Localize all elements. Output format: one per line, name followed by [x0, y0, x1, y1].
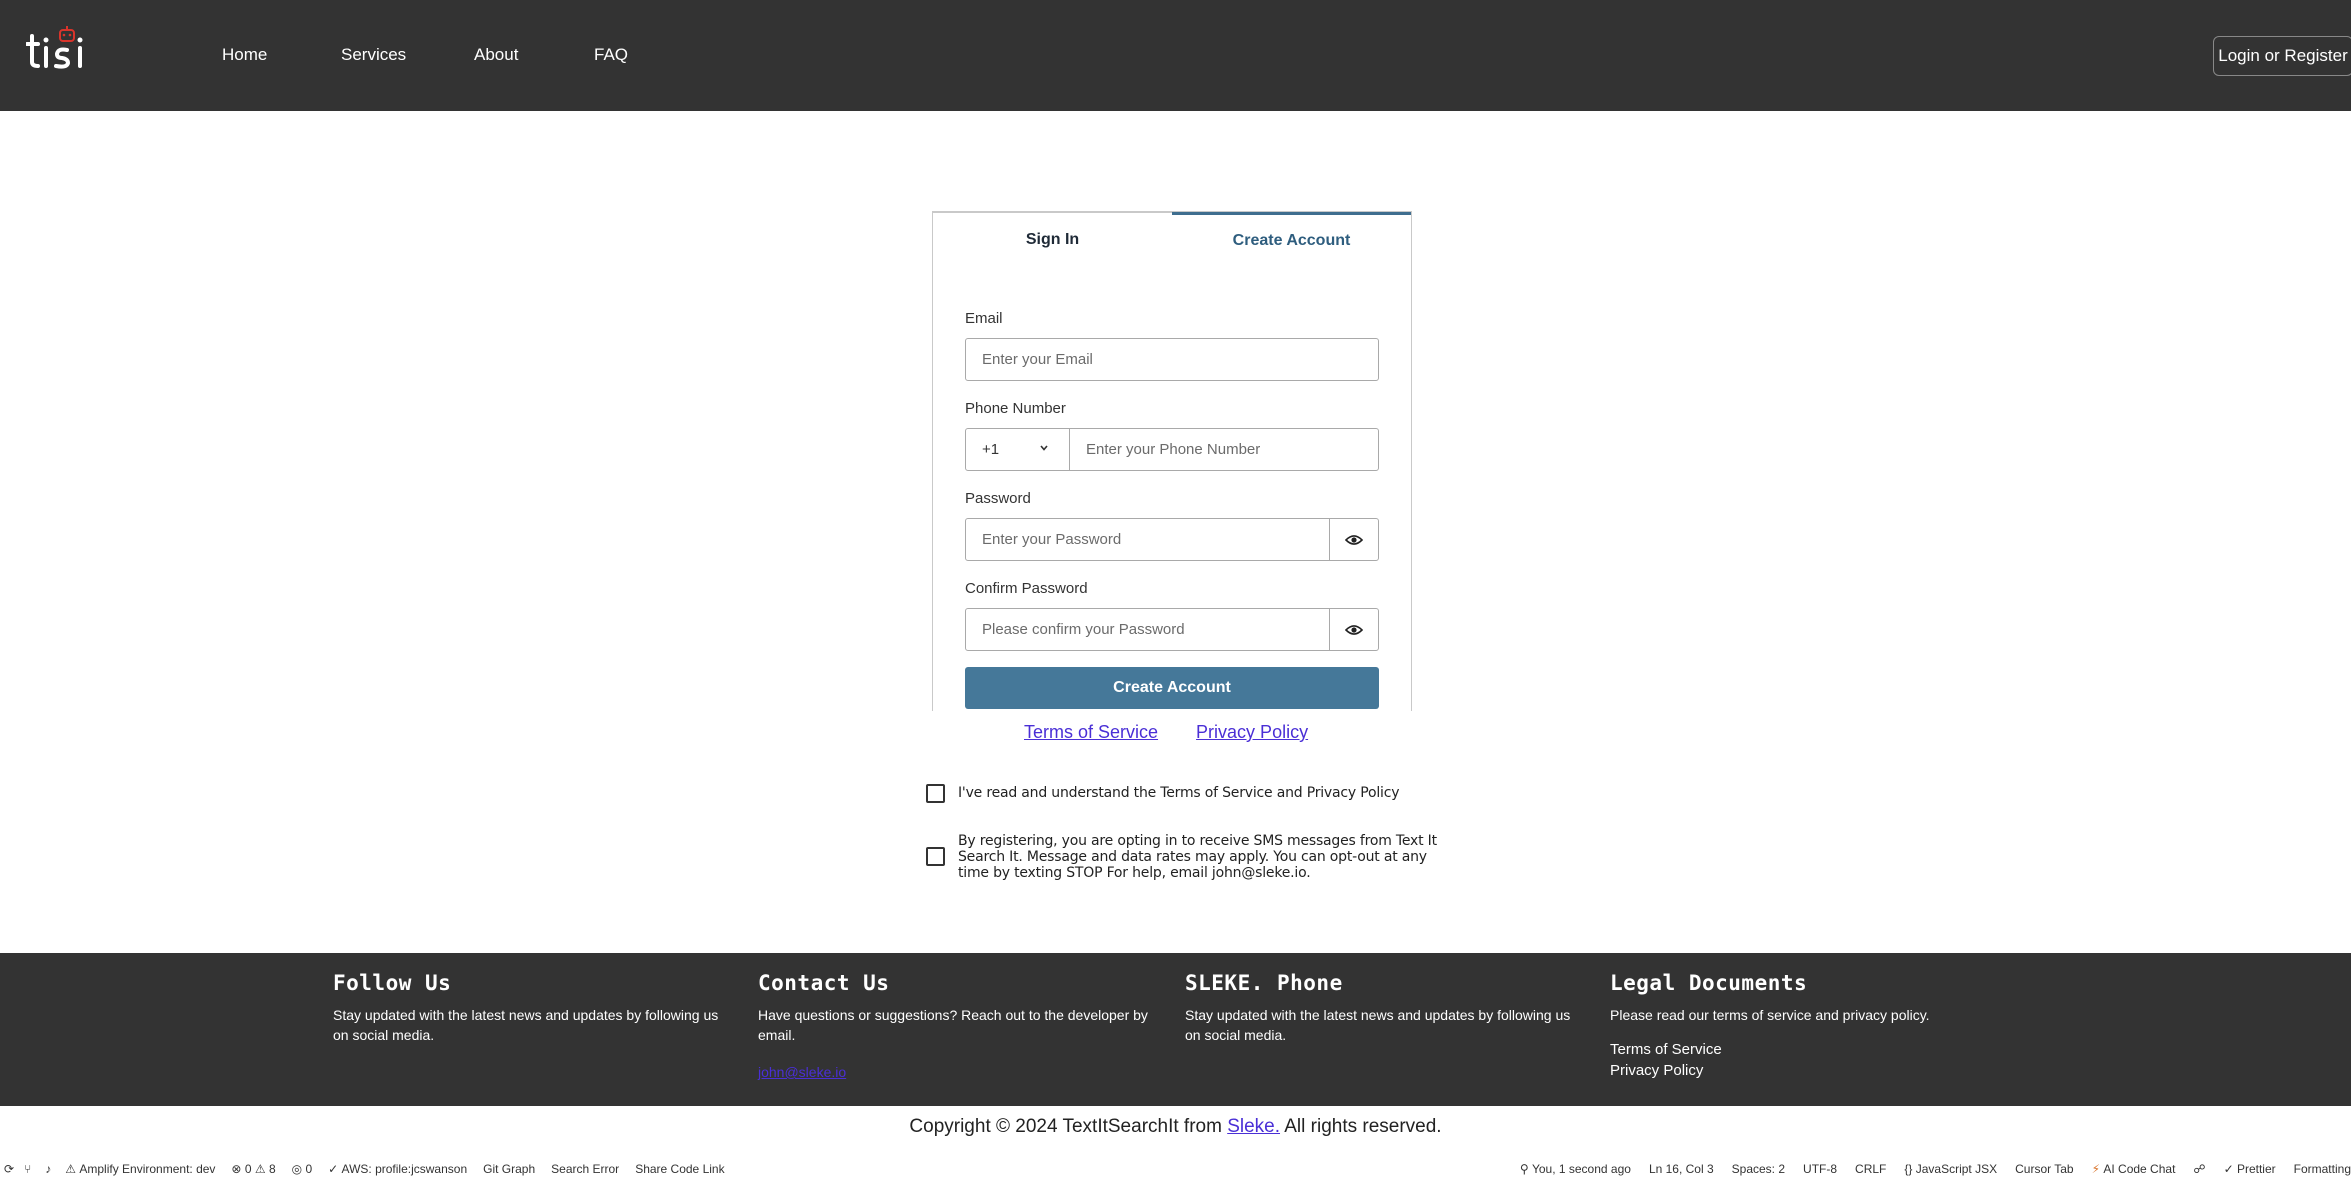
- footer-terms-link[interactable]: Terms of Service: [1610, 1041, 2020, 1058]
- status-bar-right: ⚲ You, 1 second ago Ln 16, Col 3 Spaces:…: [1502, 1160, 2351, 1178]
- sms-consent-checkbox[interactable]: [926, 847, 945, 866]
- branch-icon[interactable]: ⑂: [24, 1162, 31, 1176]
- ports-count[interactable]: ◎ 0: [292, 1162, 313, 1176]
- eye-icon: [1345, 624, 1363, 635]
- show-confirm-password-button[interactable]: [1329, 608, 1379, 651]
- sync-icon[interactable]: ⟳: [4, 1162, 14, 1176]
- footer-text: Please read our terms of service and pri…: [1610, 1007, 1930, 1023]
- terms-of-service-link[interactable]: Terms of Service: [1024, 722, 1158, 743]
- editor-status-bar: ⟳ ⑂ ♪ ⚠ Amplify Environment: dev ⊗ 0 ⚠ 8…: [0, 1160, 2351, 1178]
- error-icon: ⊗: [231, 1162, 245, 1176]
- top-header: Home Services About FAQ Login or Registe…: [0, 0, 2351, 111]
- nav-services[interactable]: Services: [341, 45, 474, 65]
- show-password-button[interactable]: [1329, 518, 1379, 561]
- contact-email-link[interactable]: john@sleke.io: [758, 1064, 846, 1080]
- aws-profile[interactable]: ✓ AWS: profile:jcswanson: [328, 1162, 467, 1176]
- legal-links: Terms of Service Privacy Policy: [1024, 722, 1308, 743]
- encoding[interactable]: UTF-8: [1803, 1162, 1837, 1176]
- tab-create-account[interactable]: Create Account: [1172, 212, 1411, 266]
- tisi-logo[interactable]: [25, 24, 106, 74]
- footer-heading: Legal Documents: [1610, 971, 1808, 995]
- phone-label: Phone Number: [965, 400, 1066, 417]
- footer-sleke-phone: SLEKE. Phone Stay updated with the lates…: [1185, 971, 1595, 1045]
- prettier[interactable]: ✓ Prettier: [2224, 1162, 2276, 1176]
- check-icon: ✓: [328, 1162, 342, 1176]
- amplify-env[interactable]: ⚠ Amplify Environment: dev: [65, 1162, 215, 1176]
- nav-about[interactable]: About: [474, 45, 594, 65]
- footer-privacy-link[interactable]: Privacy Policy: [1610, 1062, 2020, 1079]
- password-field[interactable]: Enter your Password: [965, 518, 1330, 561]
- git-graph[interactable]: Git Graph: [483, 1162, 535, 1176]
- footer-legal-documents: Legal Documents Please read our terms of…: [1610, 971, 2020, 1079]
- agree-terms-checkbox[interactable]: [926, 784, 945, 803]
- footer-heading: Contact Us: [758, 971, 890, 995]
- copyright: Copyright © 2024 TextItSearchIt from Sle…: [0, 1116, 2351, 1138]
- phone-number-field[interactable]: Enter your Phone Number: [1069, 428, 1379, 471]
- nav-faq[interactable]: FAQ: [594, 45, 654, 65]
- create-account-button[interactable]: Create Account: [965, 667, 1379, 709]
- git-blame[interactable]: ⚲ You, 1 second ago: [1520, 1162, 1631, 1176]
- ai-code-chat[interactable]: ⚡ AI Code Chat: [2092, 1162, 2176, 1176]
- agree-terms-label: I've read and understand the Terms of Se…: [958, 785, 1400, 801]
- search-error[interactable]: Search Error: [551, 1162, 619, 1176]
- auth-tabs: Sign In Create Account: [933, 212, 1411, 266]
- footer-heading: Follow Us: [333, 971, 452, 995]
- indentation[interactable]: Spaces: 2: [1732, 1162, 1785, 1176]
- line-endings[interactable]: CRLF: [1855, 1162, 1886, 1176]
- footer-contact-us: Contact Us Have questions or suggestions…: [758, 971, 1168, 1082]
- notifications-icon[interactable]: ☍: [2193, 1162, 2205, 1176]
- password-label: Password: [965, 490, 1031, 507]
- warning-icon: ⚠: [65, 1162, 80, 1176]
- sms-consent-label: By registering, you are opting in to rec…: [958, 833, 1437, 881]
- footer-heading: SLEKE. Phone: [1185, 971, 1343, 995]
- sms-consent-row: By registering, you are opting in to rec…: [926, 833, 1437, 881]
- site-footer: Follow Us Stay updated with the latest n…: [0, 953, 2351, 1106]
- warning-icon: ⚠: [254, 1162, 269, 1176]
- bolt-icon: ⚡: [2091, 1162, 2104, 1176]
- formatting[interactable]: Formatting: [2294, 1162, 2351, 1176]
- footer-text: Have questions or suggestions? Reach out…: [758, 1007, 1148, 1043]
- country-code-value: +1: [982, 441, 1000, 458]
- nav-home[interactable]: Home: [222, 45, 341, 65]
- copyright-suffix: All rights reserved.: [1280, 1116, 1442, 1137]
- sms-consent-line: By registering, you are opting in to rec…: [958, 833, 1437, 849]
- bell-icon[interactable]: ♪: [45, 1162, 51, 1176]
- cursor-position[interactable]: Ln 16, Col 3: [1649, 1162, 1714, 1176]
- main-nav: Home Services About FAQ: [222, 45, 654, 65]
- auth-card: Sign In Create Account Email Enter your …: [932, 211, 1412, 711]
- footer-text: Stay updated with the latest news and up…: [333, 1007, 719, 1043]
- footer-text: Stay updated with the latest news and up…: [1185, 1007, 1571, 1043]
- language-mode[interactable]: {} JavaScript JSX: [1904, 1162, 1997, 1176]
- cursor-tab[interactable]: Cursor Tab: [2015, 1162, 2073, 1176]
- agree-terms-row: I've read and understand the Terms of Se…: [926, 784, 1400, 803]
- confirm-password-field[interactable]: Please confirm your Password: [965, 608, 1330, 651]
- email-label: Email: [965, 310, 1003, 327]
- problems-count[interactable]: ⊗ 0 ⚠ 8: [231, 1162, 275, 1176]
- braces-icon: {}: [1904, 1162, 1916, 1176]
- sms-consent-line: Search It. Message and data rates may ap…: [958, 849, 1427, 865]
- check-all-icon: ✓: [2223, 1162, 2237, 1176]
- eye-icon: [1345, 534, 1363, 545]
- privacy-policy-link[interactable]: Privacy Policy: [1196, 722, 1308, 743]
- copyright-text: Copyright © 2024 TextItSearchIt from: [909, 1116, 1228, 1137]
- broadcast-icon: ◎: [291, 1162, 306, 1176]
- share-code-link[interactable]: Share Code Link: [635, 1162, 724, 1176]
- footer-follow-us: Follow Us Stay updated with the latest n…: [333, 971, 743, 1045]
- sleke-link[interactable]: Sleke.: [1227, 1116, 1280, 1137]
- tab-sign-in[interactable]: Sign In: [933, 212, 1172, 266]
- confirm-password-label: Confirm Password: [965, 580, 1088, 597]
- person-icon: ⚲: [1519, 1162, 1532, 1176]
- country-code-select[interactable]: +1: [965, 428, 1070, 471]
- chevron-down-icon: [1039, 442, 1049, 456]
- sms-consent-line: time by texting STOP For help, email joh…: [958, 865, 1311, 881]
- login-register-button[interactable]: Login or Register: [2213, 36, 2351, 76]
- email-field[interactable]: Enter your Email: [965, 338, 1379, 381]
